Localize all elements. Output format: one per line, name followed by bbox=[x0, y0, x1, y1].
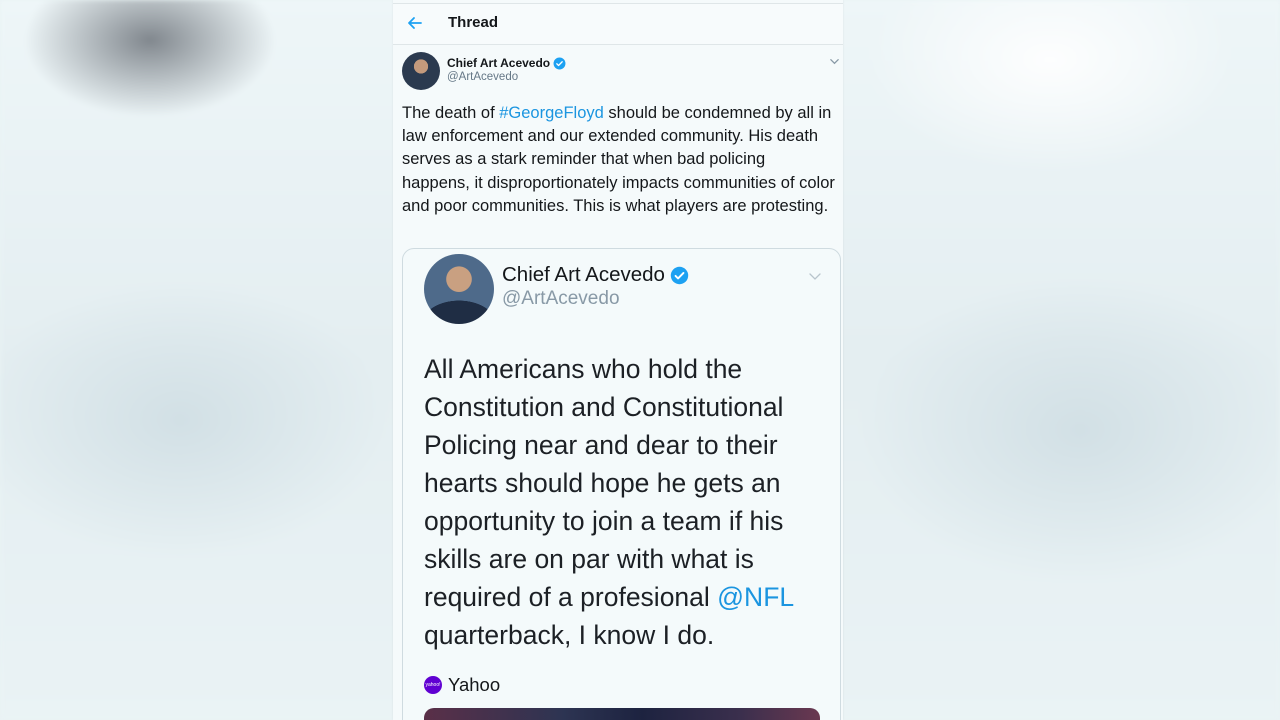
verified-badge-icon bbox=[670, 266, 689, 285]
quoted-author-name-label: Chief Art Acevedo bbox=[502, 263, 665, 286]
page-title: Thread bbox=[448, 14, 499, 31]
quoted-author-avatar[interactable] bbox=[424, 254, 494, 324]
link-card-image[interactable] bbox=[424, 708, 820, 720]
tweet-text: The death of #GeorgeFloyd should be cond… bbox=[402, 102, 836, 218]
quoted-author-handle[interactable]: @ArtAcevedo bbox=[502, 288, 620, 310]
quoted-tweet-card[interactable]: Chief Art Acevedo @ArtAcevedo All Americ… bbox=[402, 248, 841, 720]
hashtag-link[interactable]: #GeorgeFloyd bbox=[499, 104, 604, 122]
quoted-tweet-text: All Americans who hold the Constitution … bbox=[424, 350, 824, 654]
mention-link[interactable]: @NFL bbox=[717, 582, 793, 612]
back-arrow-icon[interactable] bbox=[405, 13, 425, 33]
link-card-source-label: Yahoo bbox=[448, 674, 501, 695]
chevron-down-icon[interactable] bbox=[808, 269, 822, 283]
link-card-source[interactable]: yahoo! Yahoo bbox=[424, 674, 500, 696]
quoted-text-end: quarterback, I know I do. bbox=[424, 620, 715, 650]
author-handle[interactable]: @ArtAcevedo bbox=[447, 71, 518, 83]
quoted-text-start: All Americans who hold the Constitution … bbox=[424, 354, 784, 612]
author-name-label: Chief Art Acevedo bbox=[447, 56, 551, 70]
twitter-thread-screen: Thread Chief Art Acevedo @ArtAcevedo The… bbox=[393, 0, 843, 720]
quoted-author-name[interactable]: Chief Art Acevedo bbox=[502, 263, 689, 287]
chevron-down-icon[interactable] bbox=[829, 56, 840, 67]
author-name[interactable]: Chief Art Acevedo bbox=[447, 56, 566, 70]
yahoo-logo-icon: yahoo! bbox=[424, 676, 442, 694]
tweet-text-start: The death of bbox=[402, 104, 500, 122]
thread-header: Thread bbox=[393, 4, 843, 45]
author-avatar[interactable] bbox=[402, 52, 440, 90]
verified-badge-icon bbox=[553, 57, 566, 70]
